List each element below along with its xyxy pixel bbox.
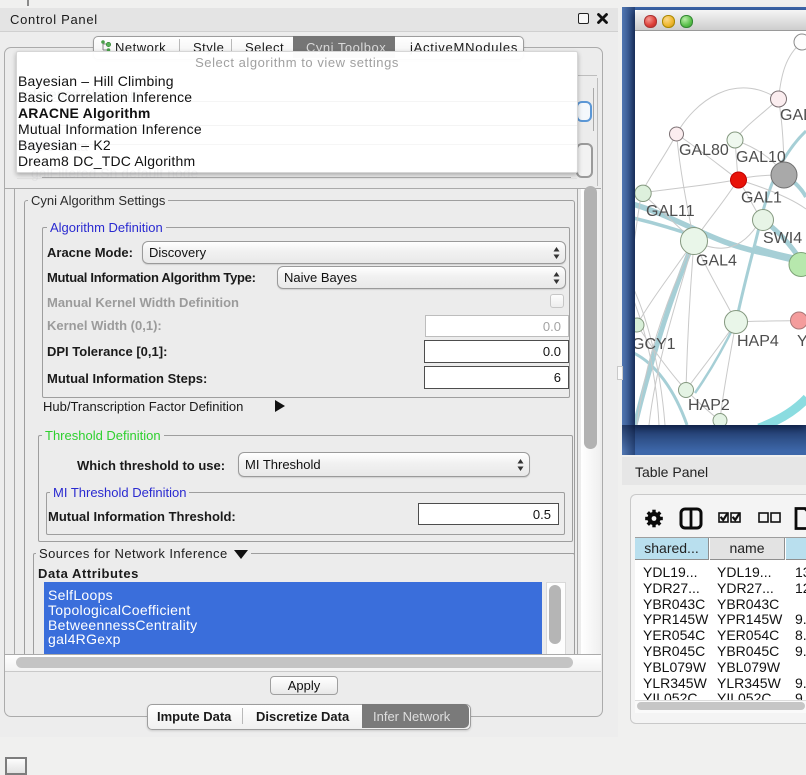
svg-text:Y: Y: [797, 333, 806, 350]
svg-text:GAL80: GAL80: [679, 142, 729, 159]
svg-text:GAL: GAL: [780, 107, 806, 124]
svg-text:HAP2: HAP2: [688, 397, 730, 414]
svg-text:SWI4: SWI4: [763, 230, 802, 247]
svg-text:GAL4: GAL4: [696, 253, 737, 270]
svg-text:GAL10: GAL10: [736, 149, 786, 166]
svg-text:HAP4: HAP4: [737, 333, 779, 350]
svg-text:GAL1: GAL1: [741, 190, 782, 207]
svg-text:GCY1: GCY1: [635, 336, 676, 353]
svg-text:GAL11: GAL11: [646, 203, 695, 220]
